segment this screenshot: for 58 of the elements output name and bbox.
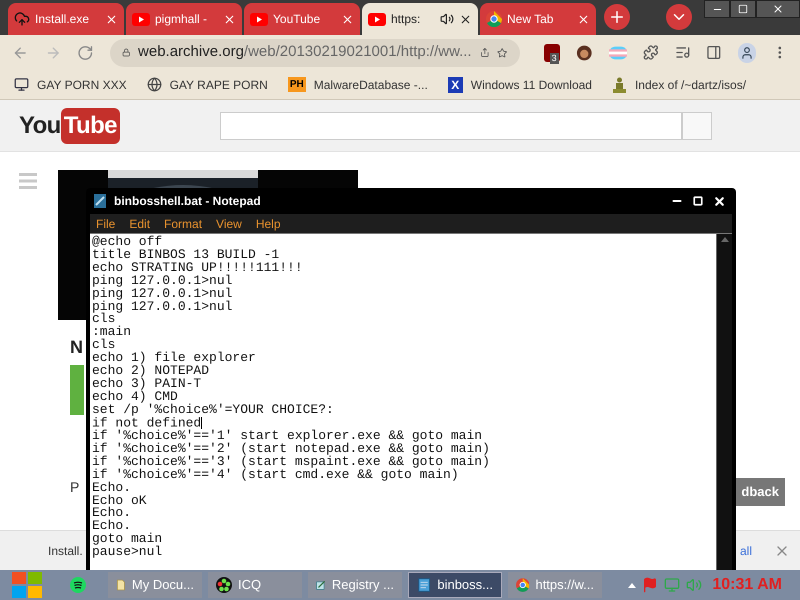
code-line: cls: [92, 339, 116, 352]
video-title: N: [70, 336, 83, 359]
browser-tab[interactable]: New Tab: [480, 3, 596, 35]
menu-item[interactable]: View: [216, 214, 242, 232]
menu-item[interactable]: File: [96, 214, 116, 232]
code-line: if '%choice%'=='2' (start notepad.exe && goto main): [92, 442, 490, 456]
menu-item[interactable]: Format: [164, 214, 202, 232]
taskbar-button[interactable]: binboss...: [408, 572, 502, 598]
code-line: :main: [92, 326, 132, 340]
code-line: echo 3) PAIN-T: [92, 378, 202, 391]
code-line: ping 127.0.0.1>nul: [92, 274, 232, 288]
download-file-name[interactable]: Install.: [48, 542, 83, 560]
bookmark[interactable]: PH MalwareDatabase -...: [288, 76, 428, 94]
code-line: goto main: [92, 533, 162, 546]
feedback-button[interactable]: dback: [735, 478, 785, 506]
code-line: ping 127.0.0.1>nul: [92, 300, 232, 314]
browser-tab[interactable]: pigmhall -: [126, 3, 242, 35]
address-bar[interactable]: web.archive.org/web/20130219021001/http://ww...: [110, 38, 520, 66]
tab-title: pigmhall -: [155, 11, 208, 28]
tab-title: YouTube: [273, 11, 320, 28]
tab-title: Install.exe: [35, 11, 90, 28]
code-line: set /p '%choice%'=YOUR CHOICE?:: [92, 404, 334, 417]
code-line: title BINBOS 13 BUILD -1: [92, 248, 280, 262]
code-line: if '%choice%'=='1' start explorer.exe && goto main: [92, 430, 482, 443]
code-line: Echo.: [92, 482, 132, 495]
code-line: cls: [92, 313, 116, 326]
window-title: binbosshell.bat - Notepad: [114, 193, 261, 210]
code-line: echo STRATING UP!!!!!111!!!: [92, 262, 303, 275]
code-line: echo 1) file explorer: [92, 352, 256, 366]
bookmark[interactable]: GAY PORN XXX: [14, 76, 127, 94]
menu-item[interactable]: Help: [256, 214, 281, 232]
code-line: echo 4) CMD: [92, 390, 178, 404]
menu-item[interactable]: Edit: [129, 214, 150, 232]
bookmark[interactable]: Index of /~dartz/isos/: [612, 76, 746, 94]
tab-title: New Tab: [507, 11, 554, 28]
code-line: if '%choice%'=='3' (start mspaint.exe && goto main): [92, 456, 490, 469]
section-text: P: [70, 478, 80, 497]
code-line: @echo off: [92, 236, 162, 249]
ph-icon: PH: [288, 77, 306, 92]
code-line: echo 2) NOTEPAD: [92, 365, 210, 378]
code-line: if not defined: [92, 416, 202, 430]
extension-badge: 3: [550, 52, 559, 64]
browser-tab[interactable]: Install.exe: [8, 3, 124, 35]
code-line: pause>nul: [92, 546, 162, 560]
browser-tab[interactable]: YouTube: [244, 3, 360, 35]
shield-extension[interactable]: 3: [544, 44, 560, 62]
tab-title: https:: [391, 11, 420, 28]
browser-tab[interactable]: https:: [362, 3, 478, 35]
bookmark[interactable]: X Windows 11 Download: [448, 76, 592, 94]
code-line: Echo.: [92, 520, 132, 534]
code-line: ping 127.0.0.1>nul: [92, 288, 232, 301]
bookmark[interactable]: GAY RAPE PORN: [146, 76, 268, 94]
show-all-link[interactable]: all: [740, 542, 752, 560]
code-line: Echo oK: [92, 494, 147, 508]
code-line: if '%choice%'=='4' (start cmd.exe && goto main): [92, 468, 459, 482]
x-icon: X: [448, 76, 463, 92]
url-text: web.archive.org/web/20130219021001/http://ww...: [138, 42, 472, 62]
code-line: Echo.: [92, 507, 132, 520]
